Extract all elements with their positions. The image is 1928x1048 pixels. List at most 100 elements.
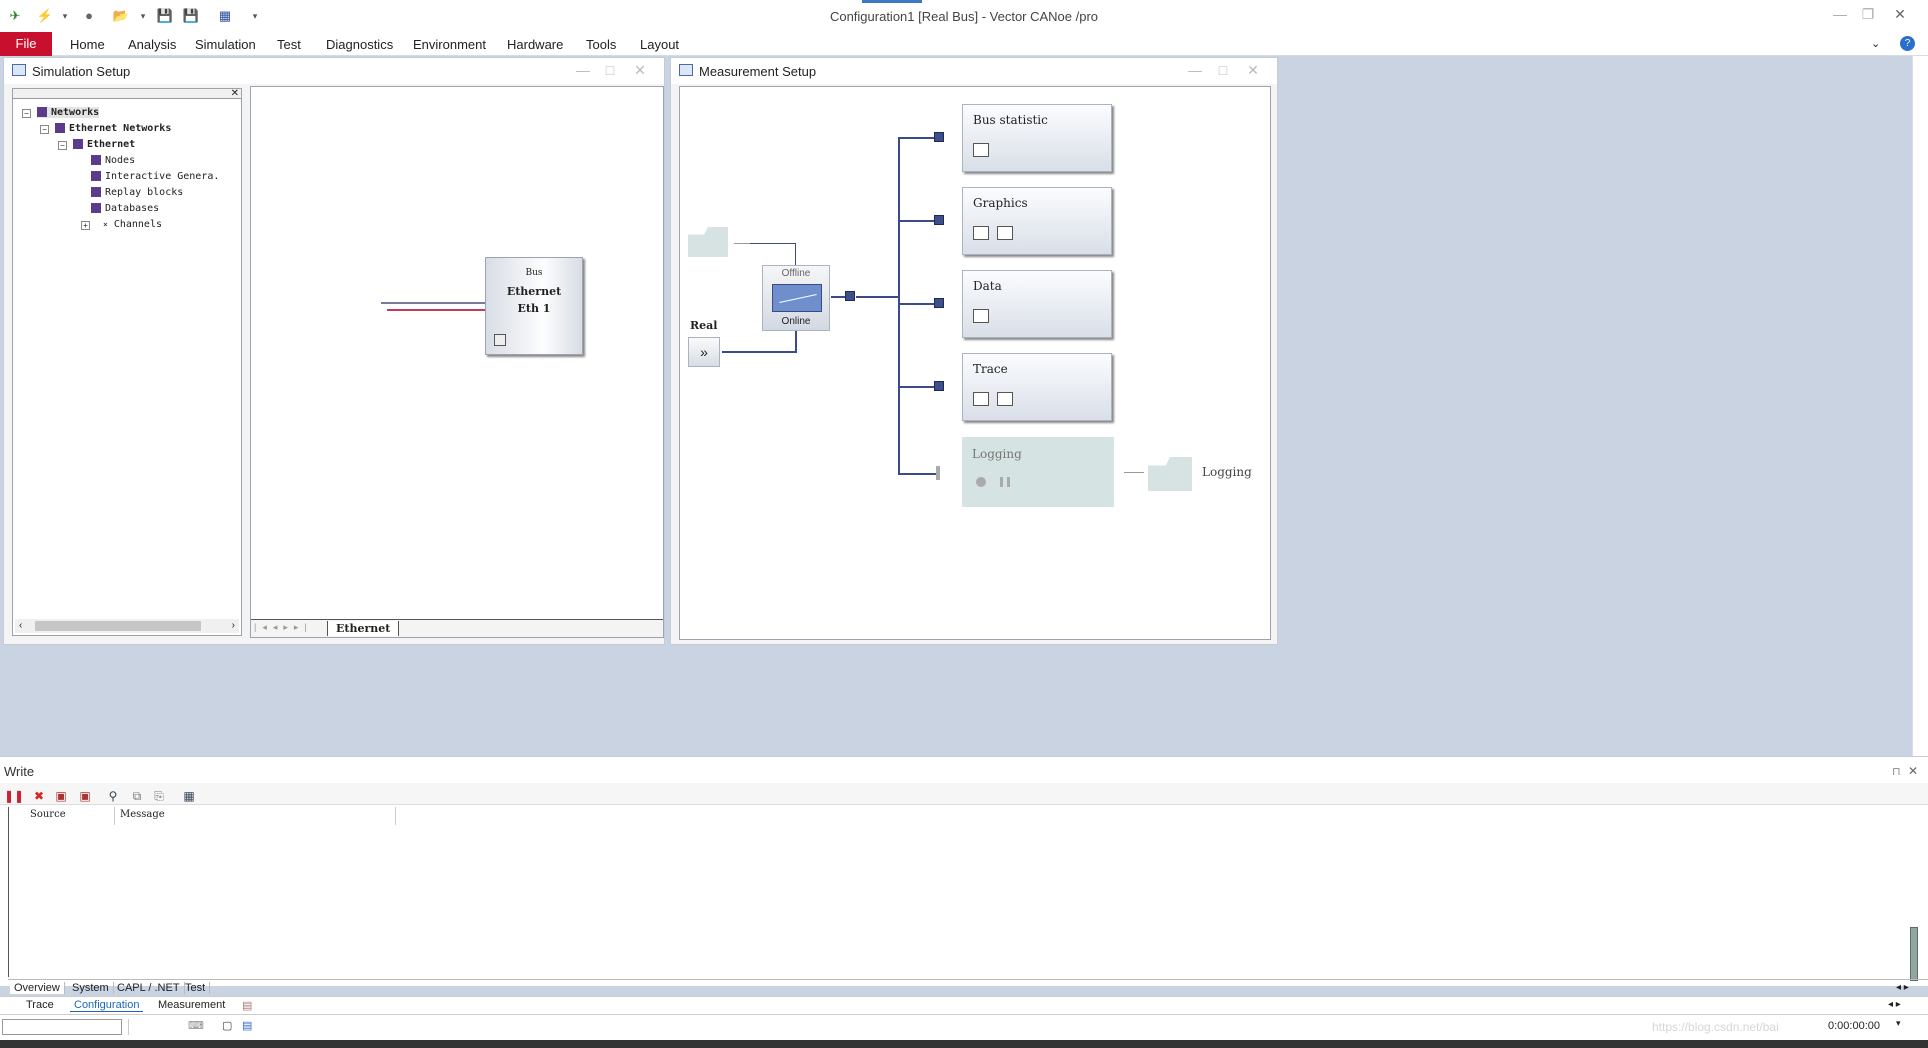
switch-icon xyxy=(772,284,822,312)
graphics-config-icon[interactable] xyxy=(997,226,1013,240)
new-desktop-icon[interactable]: ▤ xyxy=(242,999,252,1012)
trace-config-icon[interactable] xyxy=(997,392,1013,406)
minimize-icon[interactable]: — xyxy=(1830,6,1850,22)
tree-item-ethernet-networks[interactable]: Ethernet Networks xyxy=(55,123,171,134)
write-tab-system[interactable]: System xyxy=(68,982,114,994)
connector-trace[interactable] xyxy=(934,381,944,391)
restore-icon[interactable]: ❐ xyxy=(1858,6,1878,23)
tab-environment[interactable]: Environment xyxy=(413,37,486,52)
help-icon[interactable]: ? xyxy=(1900,36,1915,51)
time-dropdown-icon[interactable]: ▾ xyxy=(1896,1018,1901,1029)
data-window-icon[interactable] xyxy=(973,309,989,323)
clear-icon[interactable]: ✖ xyxy=(32,789,46,803)
status-window-icon[interactable]: ▢ xyxy=(222,1019,232,1032)
sim-close-icon[interactable]: ✕ xyxy=(631,62,649,79)
tree-item-ethernet[interactable]: Ethernet xyxy=(73,139,135,150)
graphics-block[interactable]: Graphics xyxy=(962,187,1112,255)
tree-hscrollbar[interactable]: ‹ › xyxy=(15,619,239,633)
offline-file-icon[interactable] xyxy=(688,227,728,257)
trace-window-icon[interactable] xyxy=(973,392,989,406)
tab-test[interactable]: Test xyxy=(277,37,301,52)
tree-item-channels[interactable]: × Channels xyxy=(103,219,162,230)
tree-item-replay-blocks[interactable]: Replay blocks xyxy=(91,187,183,198)
bus-statistic-block[interactable]: Bus statistic xyxy=(962,104,1112,172)
column-message[interactable]: Message xyxy=(120,809,165,820)
options-icon[interactable]: ▦ xyxy=(182,789,196,803)
find-icon[interactable]: ⚲ xyxy=(106,789,120,803)
scroll-thumb[interactable] xyxy=(35,621,201,631)
sim-maximize-icon[interactable]: □ xyxy=(601,62,619,78)
tree-item-networks[interactable]: Networks xyxy=(37,107,100,118)
expand-channels-icon[interactable]: + xyxy=(81,221,90,230)
data-block[interactable]: Data xyxy=(962,270,1112,338)
distribution-bus xyxy=(898,137,900,475)
logging-break-icon[interactable] xyxy=(936,466,940,480)
scroll-left-icon[interactable]: ‹ xyxy=(19,620,22,631)
tab-nav-icons[interactable]: |◂◂▸▸| xyxy=(254,622,313,633)
online-offline-switch[interactable]: Offline Online xyxy=(762,265,830,331)
meas-maximize-icon[interactable]: □ xyxy=(1214,62,1232,78)
write-tab-capl-net[interactable]: CAPL / .NET xyxy=(113,982,185,994)
pause-output-icon[interactable]: ❚❚ xyxy=(4,789,24,803)
column-source[interactable]: Source xyxy=(30,809,66,820)
write-tab-overview[interactable]: Overview xyxy=(10,982,65,994)
simulation-setup-window: Simulation Setup — □ ✕ ✕ − Networks − Et… xyxy=(3,57,665,645)
tab-home[interactable]: Home xyxy=(70,37,105,52)
real-bus-source[interactable]: » xyxy=(688,337,720,367)
right-dock-strip xyxy=(1912,56,1928,756)
status-config-icon[interactable]: ▤ xyxy=(242,1019,252,1032)
tab-layout[interactable]: Layout xyxy=(640,37,679,52)
tab-tools[interactable]: Tools xyxy=(586,37,616,52)
ribbon-collapse-icon[interactable]: ⌄ xyxy=(1871,37,1880,50)
pause-icon[interactable] xyxy=(1000,477,1010,487)
logging-block[interactable]: Logging xyxy=(962,437,1114,507)
desktop-tab-measurement[interactable]: Measurement xyxy=(154,999,229,1011)
desktop-tabs: Trace Configuration Measurement ▤ ◂ ▸ xyxy=(0,996,1928,1014)
measurement-setup-title: Measurement Setup xyxy=(699,64,817,79)
expand-networks-icon[interactable]: − xyxy=(22,109,31,118)
write-vscroll-thumb[interactable] xyxy=(1910,927,1918,981)
trace-block[interactable]: Trace xyxy=(962,353,1112,421)
tab-simulation[interactable]: Simulation xyxy=(195,37,256,52)
copy-icon[interactable]: ⧉ xyxy=(130,789,144,803)
filter-2-icon[interactable]: ▣ xyxy=(78,789,92,803)
desktop-tab-scroll-icon[interactable]: ◂ ▸ xyxy=(1888,999,1901,1010)
tree-item-nodes[interactable]: Nodes xyxy=(91,155,135,166)
close-icon[interactable]: ✕ xyxy=(1890,6,1910,23)
write-close-icon[interactable]: ✕ xyxy=(1908,764,1918,778)
status-input[interactable] xyxy=(2,1019,122,1035)
switch-connector[interactable] xyxy=(845,291,855,301)
connector-bus-statistic[interactable] xyxy=(934,132,944,142)
desktop-tab-configuration[interactable]: Configuration xyxy=(70,999,144,1012)
logging-file-icon[interactable] xyxy=(1148,457,1192,491)
bus-config-icon[interactable] xyxy=(494,334,506,346)
sim-minimize-icon[interactable]: — xyxy=(574,62,592,78)
ribbon-tabs: File Home Analysis Simulation Test Diagn… xyxy=(0,32,1928,56)
tab-hardware[interactable]: Hardware xyxy=(507,37,563,52)
write-pin-icon[interactable]: ⊓ xyxy=(1892,765,1901,778)
tab-ethernet[interactable]: Ethernet xyxy=(327,621,400,636)
tree-item-interactive-generator[interactable]: Interactive Genera. xyxy=(91,171,219,182)
expand-ethernet-networks-icon[interactable]: − xyxy=(40,125,49,134)
tab-analysis[interactable]: Analysis xyxy=(128,37,176,52)
meas-minimize-icon[interactable]: — xyxy=(1186,62,1204,78)
ethernet-bus-block[interactable]: Bus Ethernet Eth 1 xyxy=(485,257,583,355)
graphics-window-icon[interactable] xyxy=(973,226,989,240)
desktop-tab-trace[interactable]: Trace xyxy=(22,999,58,1011)
tab-file[interactable]: File xyxy=(0,32,52,56)
bus-statistic-window-icon[interactable] xyxy=(973,143,989,157)
meas-close-icon[interactable]: ✕ xyxy=(1244,62,1262,79)
tree-item-databases[interactable]: Databases xyxy=(91,203,159,214)
export-icon[interactable]: ⎘ xyxy=(152,789,166,803)
tree-close-icon[interactable]: ✕ xyxy=(231,89,239,99)
connector-data[interactable] xyxy=(934,298,944,308)
write-tab-scroll-icon[interactable]: ◂ ▸ xyxy=(1896,982,1909,993)
connector-graphics[interactable] xyxy=(934,215,944,225)
expand-ethernet-icon[interactable]: − xyxy=(58,141,67,150)
filter-icon[interactable]: ▣ xyxy=(54,789,68,803)
tab-diagnostics[interactable]: Diagnostics xyxy=(326,37,393,52)
record-icon[interactable] xyxy=(976,477,986,487)
scroll-right-icon[interactable]: › xyxy=(232,620,235,631)
measurement-setup-titlebar: Measurement Setup — □ ✕ xyxy=(671,58,1277,84)
write-tab-test[interactable]: Test xyxy=(181,982,211,994)
